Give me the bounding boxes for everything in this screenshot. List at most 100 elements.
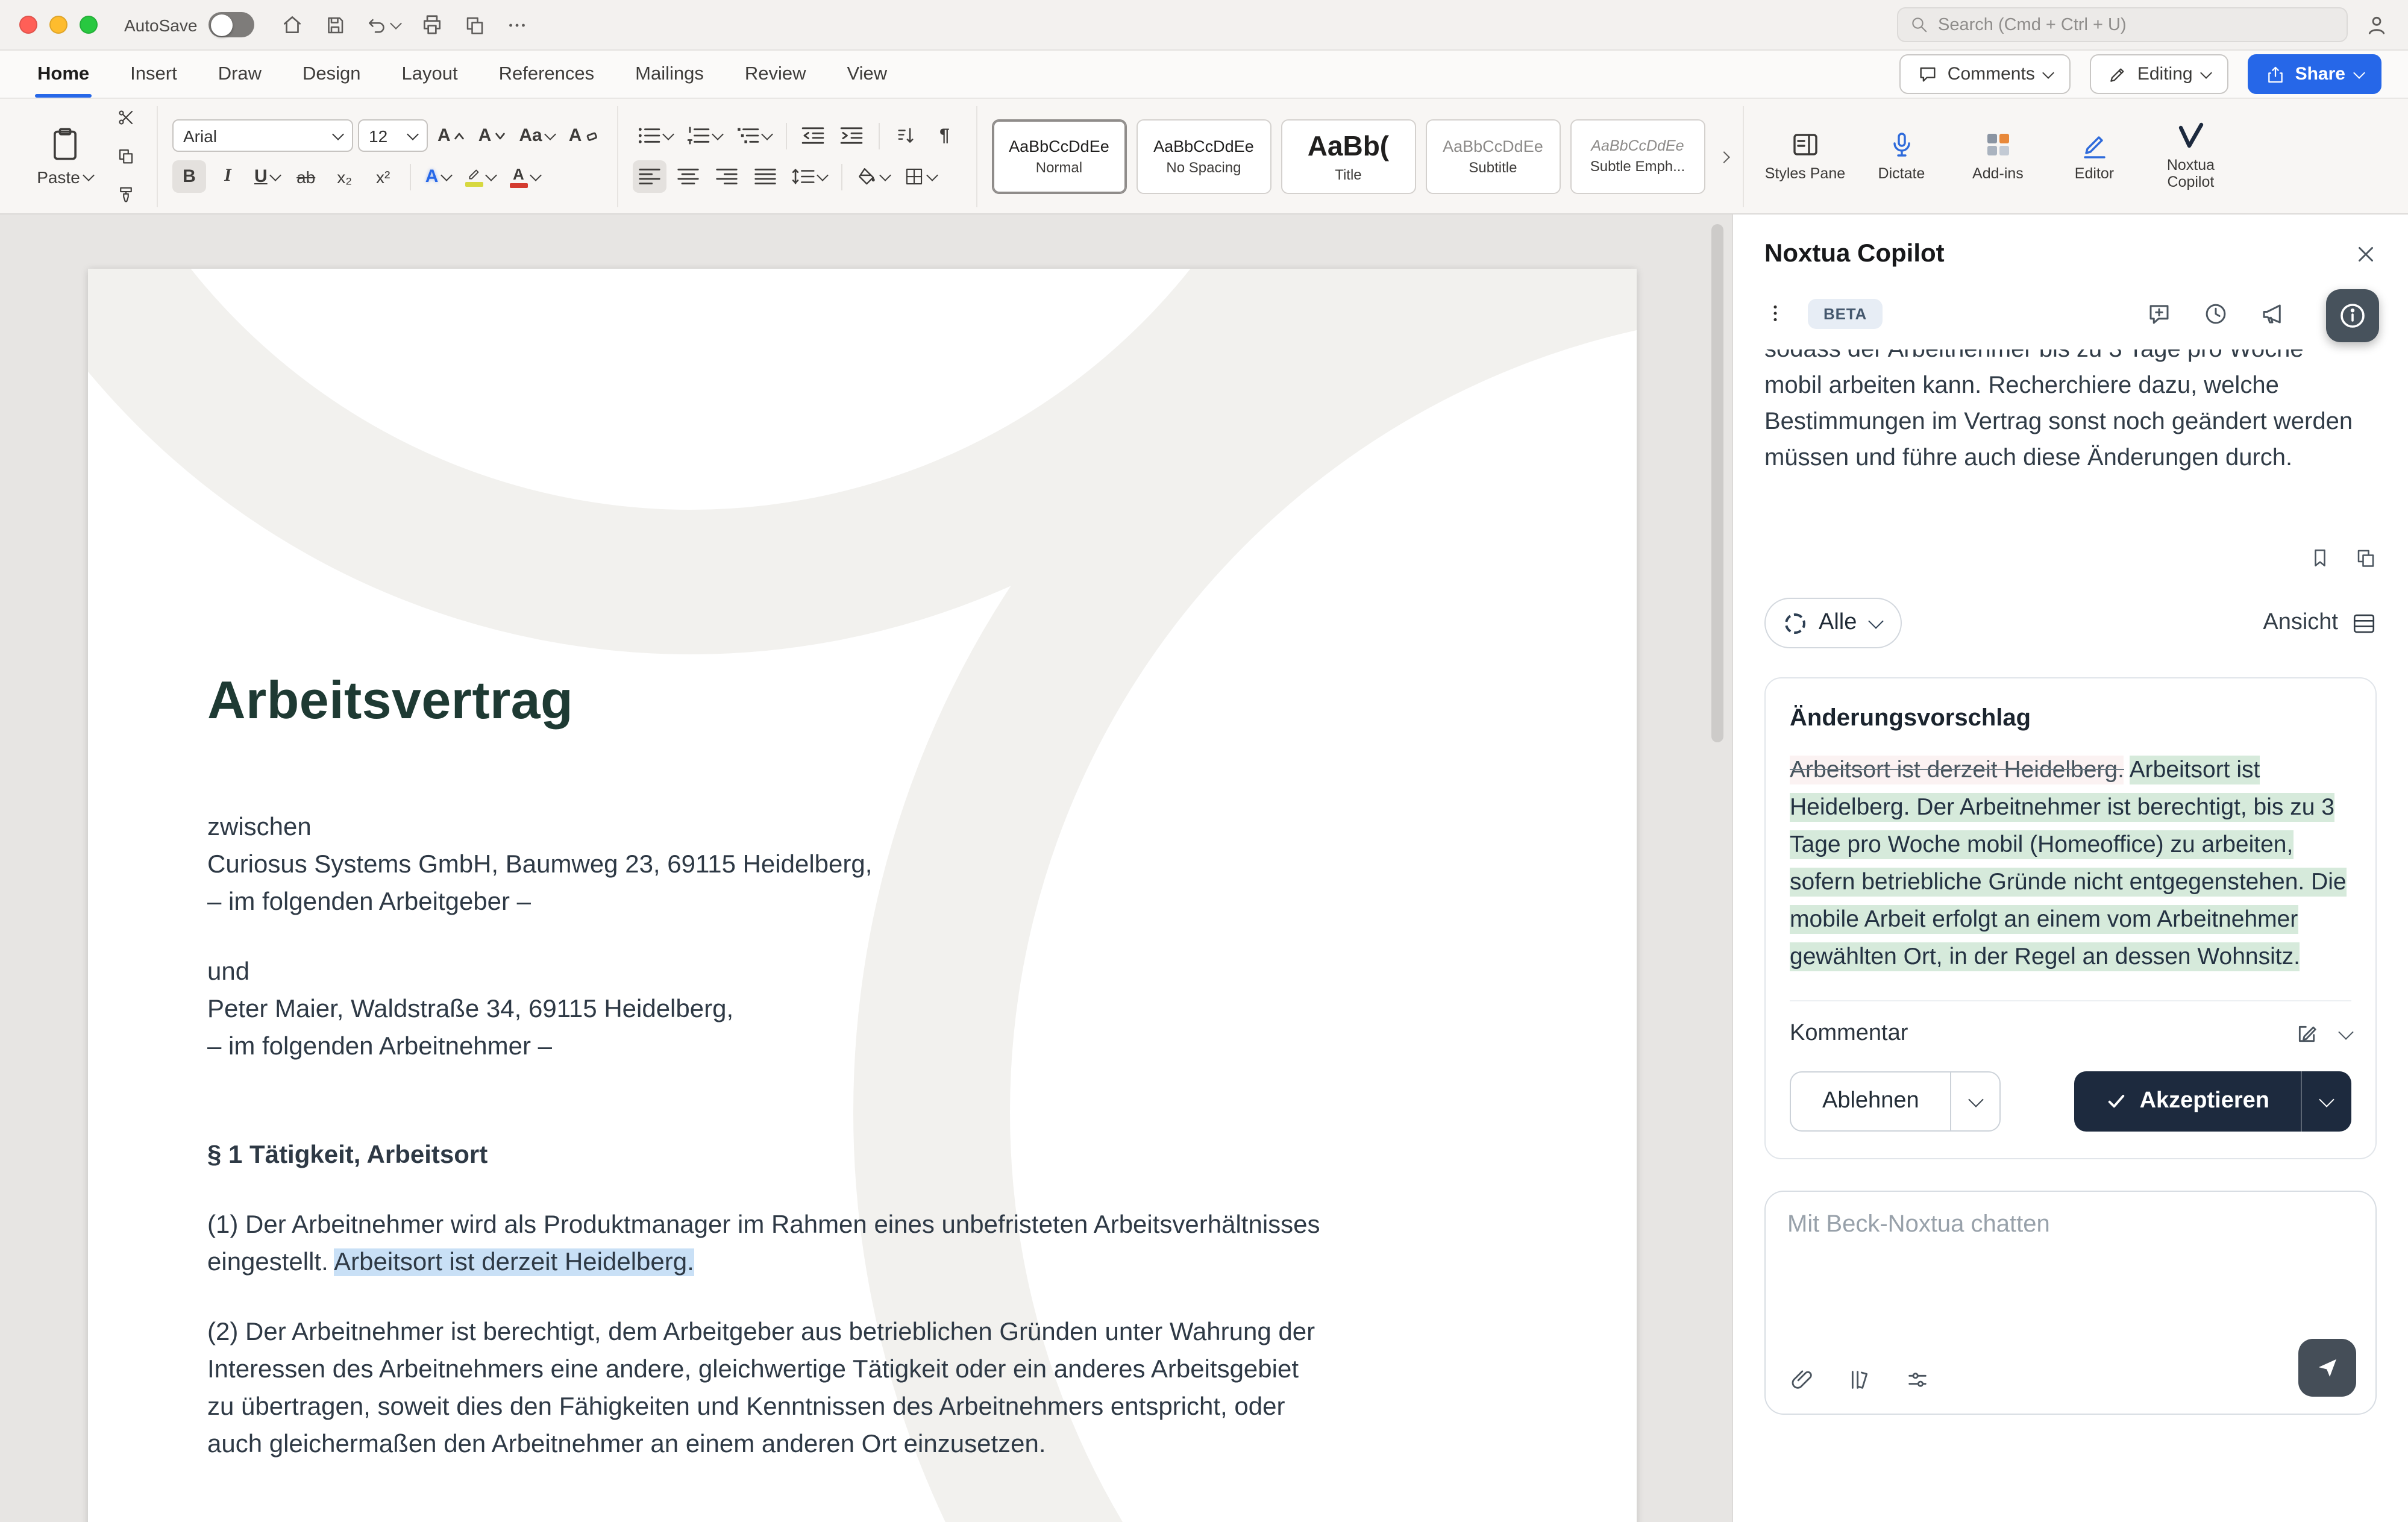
subscript-button[interactable]: x₂ (328, 160, 362, 193)
tab-view[interactable]: View (827, 51, 908, 98)
reject-button[interactable]: Ablehnen (1790, 1071, 1951, 1132)
accept-options-button[interactable] (2301, 1071, 2351, 1132)
text-effects-button[interactable]: A (421, 160, 456, 193)
justify-button[interactable] (748, 160, 782, 193)
font-name-value: Arial (183, 126, 218, 145)
strikethrough-button[interactable]: ab (289, 160, 323, 193)
italic-button[interactable]: I (211, 160, 245, 193)
library-button[interactable] (1848, 1368, 1872, 1392)
grow-font-button[interactable]: A (433, 119, 469, 152)
format-painter-button[interactable] (108, 178, 142, 211)
style-subtle-emphasis[interactable]: AaBbCcDdEe Subtle Emph... (1570, 119, 1705, 193)
document-scrollbar[interactable] (1711, 224, 1723, 1512)
chat-settings-button[interactable] (1905, 1368, 1930, 1392)
tab-references[interactable]: References (478, 51, 615, 98)
paste-button[interactable]: Paste (31, 107, 99, 205)
copy-message-button[interactable] (2355, 547, 2377, 569)
styles-pane-button[interactable]: Styles Pane (1758, 130, 1852, 183)
document-canvas[interactable]: Arbeitsvertrag zwischen Curiosus Systems… (0, 215, 1732, 1522)
info-button[interactable] (2326, 289, 2379, 342)
search-input[interactable] (1938, 15, 2334, 34)
view-toggle[interactable]: Ansicht (2263, 610, 2377, 636)
increase-indent-button[interactable] (835, 119, 868, 152)
chat-input[interactable] (1787, 1211, 2354, 1239)
filter-dropdown[interactable]: Alle (1764, 598, 1902, 648)
tab-home[interactable]: Home (17, 51, 110, 98)
tab-mailings[interactable]: Mailings (615, 51, 724, 98)
shrink-font-button[interactable]: A (474, 119, 510, 152)
decrease-indent-button[interactable] (796, 119, 830, 152)
style-title[interactable]: AaBb( Title (1281, 119, 1416, 193)
style-subtitle[interactable]: AaBbCcDdEe Subtitle (1425, 119, 1561, 193)
send-button[interactable] (2298, 1339, 2356, 1397)
font-name-combo[interactable]: Arial (172, 119, 353, 152)
tab-review[interactable]: Review (724, 51, 827, 98)
intro-line: Curiosus Systems GmbH, Baumweg 23, 69115… (207, 851, 873, 878)
styles-gallery-expand-button[interactable] (1717, 145, 1730, 167)
chat-composer[interactable] (1764, 1191, 2377, 1415)
bookmark-button[interactable] (2309, 547, 2331, 569)
copy-button[interactable] (463, 14, 485, 36)
share-button[interactable]: Share (2248, 54, 2381, 94)
undo-button[interactable] (366, 14, 402, 36)
copy-format-button[interactable] (108, 140, 142, 172)
shading-button[interactable] (851, 160, 894, 193)
presence-button[interactable] (2365, 13, 2389, 37)
numbering-button[interactable] (682, 119, 726, 152)
comments-button[interactable]: Comments (1899, 54, 2071, 94)
align-right-button[interactable] (709, 160, 743, 193)
show-paragraph-marks-button[interactable]: ¶ (927, 119, 961, 152)
font-color-button[interactable]: A (504, 160, 544, 193)
dictate-button[interactable]: Dictate (1854, 130, 1948, 183)
edit-comment-button[interactable] (2295, 1022, 2319, 1046)
align-center-button[interactable] (671, 160, 704, 193)
tab-layout[interactable]: Layout (381, 51, 478, 98)
accept-button[interactable]: Akzeptieren (2074, 1071, 2301, 1132)
reject-options-button[interactable] (1950, 1071, 2001, 1132)
highlight-color-button[interactable] (460, 160, 500, 193)
font-size-combo[interactable]: 12 (358, 119, 428, 152)
minimize-window-button[interactable] (49, 16, 67, 34)
bullets-button[interactable] (632, 119, 677, 152)
style-no-spacing[interactable]: AaBbCcDdEe No Spacing (1136, 119, 1271, 193)
multilevel-list-button[interactable] (731, 119, 776, 152)
feedback-button[interactable] (2260, 301, 2285, 326)
print-button[interactable] (420, 13, 443, 36)
bold-button[interactable]: B (172, 160, 206, 193)
search-box[interactable] (1897, 7, 2348, 42)
style-normal[interactable]: AaBbCcDdEe Normal (991, 119, 1127, 193)
save-button[interactable] (324, 14, 345, 36)
autosave-toggle[interactable] (208, 12, 254, 37)
new-chat-button[interactable] (2146, 301, 2172, 326)
tab-draw[interactable]: Draw (198, 51, 282, 98)
align-left-button[interactable] (632, 160, 666, 193)
section-heading: § 1 Tätigkeit, Arbeitsort (207, 1141, 488, 1169)
more-commands-button[interactable] (506, 14, 527, 36)
underline-button[interactable]: U (249, 160, 284, 193)
attach-file-button[interactable] (1790, 1368, 1814, 1392)
zoom-window-button[interactable] (80, 16, 98, 34)
scrollbar-thumb[interactable] (1711, 224, 1723, 742)
add-ins-button[interactable]: Add-ins (1951, 130, 2045, 183)
editing-mode-button[interactable]: Editing (2090, 54, 2229, 94)
superscript-button[interactable]: x² (366, 160, 400, 193)
cut-button[interactable] (108, 101, 142, 134)
history-button[interactable] (2203, 301, 2228, 326)
editor-button[interactable]: Editor (2047, 130, 2141, 183)
comment-section[interactable]: Kommentar (1790, 1000, 2354, 1047)
tab-insert[interactable]: Insert (110, 51, 198, 98)
home-button[interactable] (280, 13, 303, 36)
borders-button[interactable] (898, 160, 941, 193)
undo-icon (368, 18, 384, 33)
close-panel-button[interactable] (2355, 243, 2377, 265)
tab-design[interactable]: Design (282, 51, 381, 98)
document-page[interactable]: Arbeitsvertrag zwischen Curiosus Systems… (88, 269, 1637, 1522)
person-icon (2368, 16, 2385, 34)
clear-formatting-button[interactable]: A (564, 119, 603, 152)
close-window-button[interactable] (19, 16, 37, 34)
sort-button[interactable] (889, 119, 923, 152)
line-spacing-button[interactable] (786, 160, 831, 193)
noxtua-copilot-ribbon-button[interactable]: Noxtua Copilot (2143, 121, 2237, 191)
overflow-menu-button[interactable] (1764, 302, 1786, 324)
change-case-button[interactable]: Aa (514, 119, 559, 152)
